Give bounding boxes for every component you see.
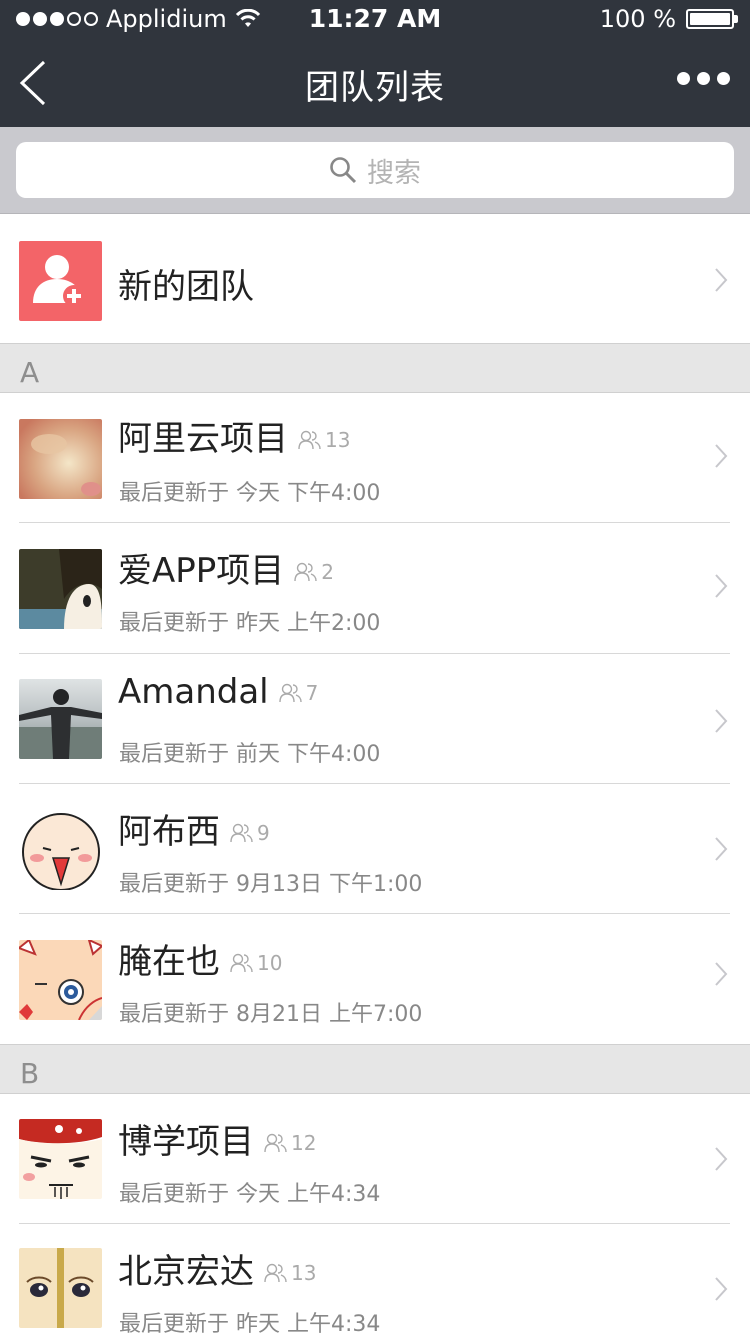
chevron-right-icon [715, 837, 728, 861]
team-name-row: 博学项目 12 [118, 1114, 316, 1163]
team-avatar [19, 1248, 102, 1328]
team-avatar [19, 419, 102, 499]
search-input[interactable]: 搜索 [16, 142, 734, 198]
last-updated-value: 前天 下午4:00 [236, 742, 381, 767]
team-row[interactable]: 爱APP项目 2 最后更新于 昨天 上午2:00 [0, 523, 750, 654]
team-name: Amandal [118, 672, 269, 712]
last-updated-label: 最后更新于 [119, 872, 230, 897]
last-updated-label: 最后更新于 [119, 1002, 230, 1027]
last-updated: 最后更新于 前天 下午4:00 [119, 736, 380, 768]
members-icon [230, 823, 253, 843]
team-avatar [19, 1119, 102, 1199]
add-user-icon [19, 241, 102, 321]
chevron-right-icon [715, 962, 728, 986]
chevron-right-icon [715, 574, 728, 598]
team-row[interactable]: 阿布西 9 最后更新于 9月13日 下午1:00 [0, 784, 750, 914]
team-name-row: Amandal 7 [118, 672, 318, 712]
last-updated-value: 昨天 上午2:00 [236, 611, 381, 636]
last-updated-label: 最后更新于 [119, 611, 230, 636]
section-letter: B [20, 1057, 40, 1090]
chevron-right-icon [715, 1277, 728, 1301]
team-row[interactable]: 博学项目 12 最后更新于 今天 上午4:34 [0, 1094, 750, 1224]
team-row[interactable]: 腌在也 10 最后更新于 8月21日 上午7:00 [0, 914, 750, 1044]
team-name: 博学项目 [118, 1122, 254, 1162]
members-icon [230, 953, 253, 973]
team-row[interactable]: 阿里云项目 13 最后更新于 今天 下午4:00 [0, 393, 750, 523]
member-count-value: 2 [321, 560, 334, 584]
section-header-b: B [0, 1044, 750, 1094]
navigation-bar: 团队列表 [0, 40, 750, 127]
last-updated-value: 昨天 上午4:34 [236, 1312, 381, 1337]
team-name: 北京宏达 [118, 1252, 254, 1292]
new-team-label: 新的团队 [118, 267, 254, 307]
team-name-row: 阿布西 9 [118, 804, 270, 853]
member-count: 10 [230, 951, 282, 975]
team-name: 腌在也 [118, 942, 220, 982]
new-team-row[interactable]: 新的团队 [0, 214, 750, 343]
chevron-right-icon [715, 268, 728, 292]
members-icon [278, 683, 302, 703]
last-updated: 最后更新于 9月13日 下午1:00 [119, 866, 422, 898]
chevron-right-icon [715, 444, 728, 468]
members-icon [264, 1263, 287, 1283]
last-updated: 最后更新于 8月21日 上午7:00 [119, 996, 422, 1028]
last-updated-label: 最后更新于 [119, 481, 230, 506]
chevron-right-icon [715, 1147, 728, 1171]
status-right: 100 % [599, 5, 738, 33]
member-count-value: 12 [291, 1131, 317, 1155]
member-count-value: 9 [257, 821, 270, 845]
last-updated-value: 今天 上午4:34 [236, 1182, 381, 1207]
chevron-right-icon [715, 709, 728, 733]
status-bar: Applidium 11:27 AM 100 % [0, 0, 750, 40]
team-name: 爱APP项目 [118, 551, 285, 591]
last-updated-label: 最后更新于 [119, 742, 230, 767]
team-row[interactable]: 北京宏达 13 最后更新于 昨天 上午4:34 [0, 1224, 750, 1337]
members-icon [264, 1133, 287, 1153]
team-avatar [19, 549, 102, 629]
last-updated: 最后更新于 昨天 上午4:34 [119, 1306, 380, 1338]
member-count-value: 7 [305, 681, 319, 705]
search-placeholder: 搜索 [367, 157, 421, 189]
team-name-row: 阿里云项目 13 [118, 411, 350, 460]
last-updated-label: 最后更新于 [119, 1312, 230, 1337]
page-title: 团队列表 [305, 68, 445, 108]
member-count: 7 [278, 681, 319, 705]
member-count: 13 [298, 428, 350, 452]
team-avatar [19, 940, 102, 1020]
team-name-row: 爱APP项目 2 [118, 543, 334, 592]
team-name: 阿里云项目 [118, 419, 288, 459]
last-updated-value: 今天 下午4:00 [236, 481, 381, 506]
last-updated: 最后更新于 昨天 上午2:00 [119, 605, 380, 637]
search-bar: 搜索 [0, 127, 750, 214]
last-updated-label: 最后更新于 [119, 1182, 230, 1207]
battery-icon [686, 9, 738, 29]
member-count-value: 13 [325, 428, 351, 452]
last-updated: 最后更新于 今天 下午4:00 [119, 475, 380, 507]
team-name: 阿布西 [118, 812, 220, 852]
section-header-a: A [0, 343, 750, 393]
team-row[interactable]: Amandal 7 最后更新于 前天 下午4:00 [0, 654, 750, 784]
members-icon [294, 562, 317, 582]
last-updated: 最后更新于 今天 上午4:34 [119, 1176, 380, 1208]
team-avatar [19, 679, 102, 759]
member-count: 2 [294, 560, 334, 584]
last-updated-value: 9月13日 下午1:00 [236, 872, 423, 897]
section-letter: A [20, 356, 40, 389]
battery-percent: 100 % [599, 5, 676, 33]
last-updated-value: 8月21日 上午7:00 [236, 1002, 423, 1027]
team-name-row: 北京宏达 13 [118, 1244, 316, 1293]
member-count: 12 [264, 1131, 316, 1155]
member-count-value: 13 [291, 1261, 317, 1285]
member-count: 13 [264, 1261, 316, 1285]
member-count-value: 10 [257, 951, 283, 975]
top-bar: Applidium 11:27 AM 100 % 团队列表 [0, 0, 750, 127]
team-avatar [19, 810, 102, 890]
members-icon [298, 430, 321, 450]
search-icon [330, 157, 357, 184]
team-name-row: 腌在也 10 [118, 934, 282, 983]
more-options-icon[interactable] [677, 72, 730, 85]
member-count: 9 [230, 821, 270, 845]
